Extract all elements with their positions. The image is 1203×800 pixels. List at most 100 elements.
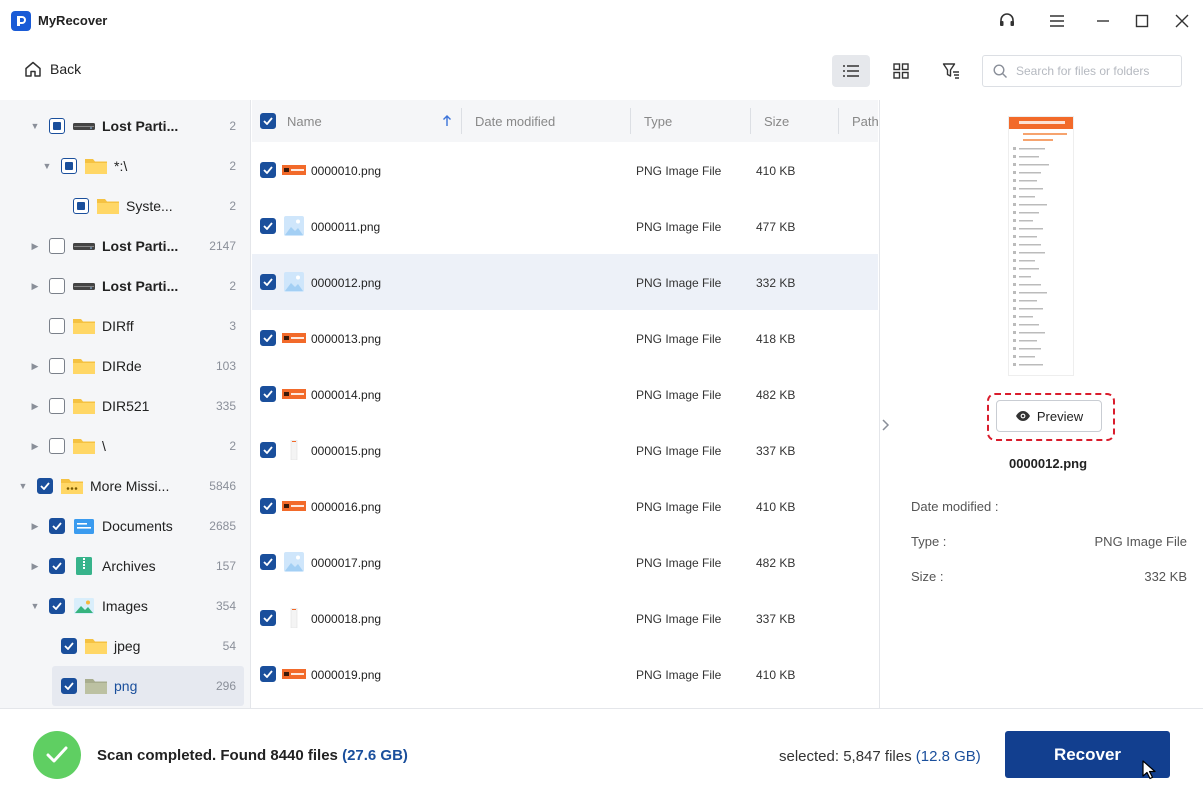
filter-button[interactable] — [932, 55, 970, 87]
file-row[interactable]: 0000013.png PNG Image File 418 KB — [252, 310, 878, 366]
tree-item-checkbox[interactable] — [61, 638, 77, 654]
tree-item[interactable]: DIRff 3 — [0, 306, 250, 346]
drive-icon — [72, 116, 96, 136]
file-row-checkbox[interactable] — [260, 330, 276, 346]
preview-button[interactable]: Preview — [996, 400, 1102, 432]
file-size: 482 KB — [756, 556, 796, 570]
close-icon[interactable] — [1171, 10, 1193, 32]
file-name: 0000019.png — [311, 668, 382, 682]
collapse-arrow-icon[interactable]: ▼ — [30, 601, 40, 611]
tree-item-checkbox[interactable] — [49, 398, 65, 414]
tree-item-count: 2 — [229, 159, 236, 173]
tree-item-label: Archives — [102, 558, 156, 574]
collapse-arrow-icon[interactable]: ▼ — [42, 161, 52, 171]
column-path[interactable]: Path — [852, 114, 878, 129]
tree-item[interactable]: ▶ DIR521 335 — [0, 386, 250, 426]
expand-arrow-icon[interactable]: ▶ — [30, 401, 40, 411]
column-date-modified[interactable]: Date modified — [475, 114, 555, 129]
tree-item[interactable]: ▶ Lost Parti... 2 — [0, 266, 250, 306]
tree-item[interactable]: ▶ Archives 157 — [0, 546, 250, 586]
menu-icon[interactable] — [1046, 10, 1068, 32]
column-type[interactable]: Type — [644, 114, 672, 129]
tree-item[interactable]: ▶ Documents 2685 — [0, 506, 250, 546]
support-headset-icon[interactable] — [996, 10, 1018, 32]
file-name: 0000013.png — [311, 332, 382, 346]
file-type: PNG Image File — [636, 668, 722, 682]
tree-item-checkbox[interactable] — [49, 358, 65, 374]
file-row[interactable]: 0000018.png PNG Image File 337 KB — [252, 590, 878, 646]
tree-item[interactable]: ▼ Images 354 — [0, 586, 250, 626]
file-row-checkbox[interactable] — [260, 554, 276, 570]
file-thumbnail — [282, 607, 306, 629]
tree-item[interactable]: ▼ Lost Parti... 2 — [0, 106, 250, 146]
search-box[interactable] — [982, 55, 1182, 87]
collapse-panel-chevron-icon[interactable] — [880, 418, 890, 432]
tree-item-label: Images — [102, 598, 148, 614]
file-thumbnail — [282, 552, 306, 572]
file-row-checkbox[interactable] — [260, 610, 276, 626]
tree-item-checkbox[interactable] — [49, 238, 65, 254]
file-row[interactable]: 0000017.png PNG Image File 482 KB — [252, 534, 878, 590]
tree-item-label: Syste... — [126, 198, 173, 214]
tree-item-checkbox[interactable] — [73, 198, 89, 214]
tree-item-checkbox[interactable] — [49, 438, 65, 454]
expand-arrow-icon[interactable]: ▶ — [30, 361, 40, 371]
file-row[interactable]: 0000011.png PNG Image File 477 KB — [252, 198, 878, 254]
collapse-arrow-icon[interactable]: ▼ — [18, 481, 28, 491]
file-row-checkbox[interactable] — [260, 162, 276, 178]
tree-item[interactable]: jpeg 54 — [0, 626, 250, 666]
file-row-checkbox[interactable] — [260, 218, 276, 234]
tree-item[interactable]: ▼ More Missi... 5846 — [0, 466, 250, 506]
tree-item-checkbox[interactable] — [49, 278, 65, 294]
tree-item-checkbox[interactable] — [49, 558, 65, 574]
tree-item[interactable]: ▶ DIRde 103 — [0, 346, 250, 386]
file-row[interactable]: 0000015.png PNG Image File 337 KB — [252, 422, 878, 478]
file-row[interactable]: 0000019.png PNG Image File 410 KB — [252, 646, 878, 702]
tree-item[interactable]: png 296 — [0, 666, 250, 706]
expand-arrow-icon[interactable]: ▶ — [30, 281, 40, 291]
tree-item-checkbox[interactable] — [61, 158, 77, 174]
tree-item-checkbox[interactable] — [61, 678, 77, 694]
file-row[interactable]: 0000014.png PNG Image File 482 KB — [252, 366, 878, 422]
expand-arrow-icon[interactable]: ▶ — [30, 521, 40, 531]
sort-ascending-icon[interactable] — [442, 115, 452, 127]
file-thumbnail — [282, 384, 306, 404]
file-row-checkbox[interactable] — [260, 442, 276, 458]
select-all-checkbox[interactable] — [260, 113, 276, 129]
column-size[interactable]: Size — [764, 114, 789, 129]
column-name[interactable]: Name — [287, 114, 322, 129]
file-row-checkbox[interactable] — [260, 498, 276, 514]
file-name: 0000014.png — [311, 388, 382, 402]
expand-arrow-icon[interactable]: ▶ — [30, 561, 40, 571]
preview-filename: 0000012.png — [1008, 456, 1088, 471]
size-label: Size : — [911, 569, 944, 584]
tree-item[interactable]: ▶ Lost Parti... 2147 — [0, 226, 250, 266]
file-row-checkbox[interactable] — [260, 386, 276, 402]
grid-view-button[interactable] — [882, 55, 920, 87]
minimize-icon[interactable] — [1092, 10, 1114, 32]
tree-item-checkbox[interactable] — [37, 478, 53, 494]
file-row-checkbox[interactable] — [260, 274, 276, 290]
expand-arrow-icon[interactable]: ▶ — [30, 241, 40, 251]
tree-item[interactable]: ▼ *:\ 2 — [0, 146, 250, 186]
file-row-checkbox[interactable] — [260, 666, 276, 682]
folder-gray-icon — [84, 676, 108, 696]
file-row[interactable]: 0000010.png PNG Image File 410 KB — [252, 142, 878, 198]
app-title: MyRecover — [38, 13, 108, 28]
file-row[interactable]: 0000016.png PNG Image File 410 KB — [252, 478, 878, 534]
tree-item-checkbox[interactable] — [49, 598, 65, 614]
list-view-button[interactable] — [832, 55, 870, 87]
file-size: 337 KB — [756, 444, 796, 458]
back-button[interactable]: Back — [24, 60, 81, 78]
maximize-icon[interactable] — [1131, 10, 1153, 32]
search-input[interactable] — [1016, 64, 1166, 78]
tree-item[interactable]: ▶ \ 2 — [0, 426, 250, 466]
tree-item-checkbox[interactable] — [49, 518, 65, 534]
tree-item-checkbox[interactable] — [49, 318, 65, 334]
collapse-arrow-icon[interactable]: ▼ — [30, 121, 40, 131]
file-row[interactable]: 0000012.png PNG Image File 332 KB — [252, 254, 878, 310]
tree-item-checkbox[interactable] — [49, 118, 65, 134]
expand-arrow-icon[interactable]: ▶ — [30, 441, 40, 451]
tree-item[interactable]: Syste... 2 — [0, 186, 250, 226]
size-value: 332 KB — [1144, 569, 1187, 584]
